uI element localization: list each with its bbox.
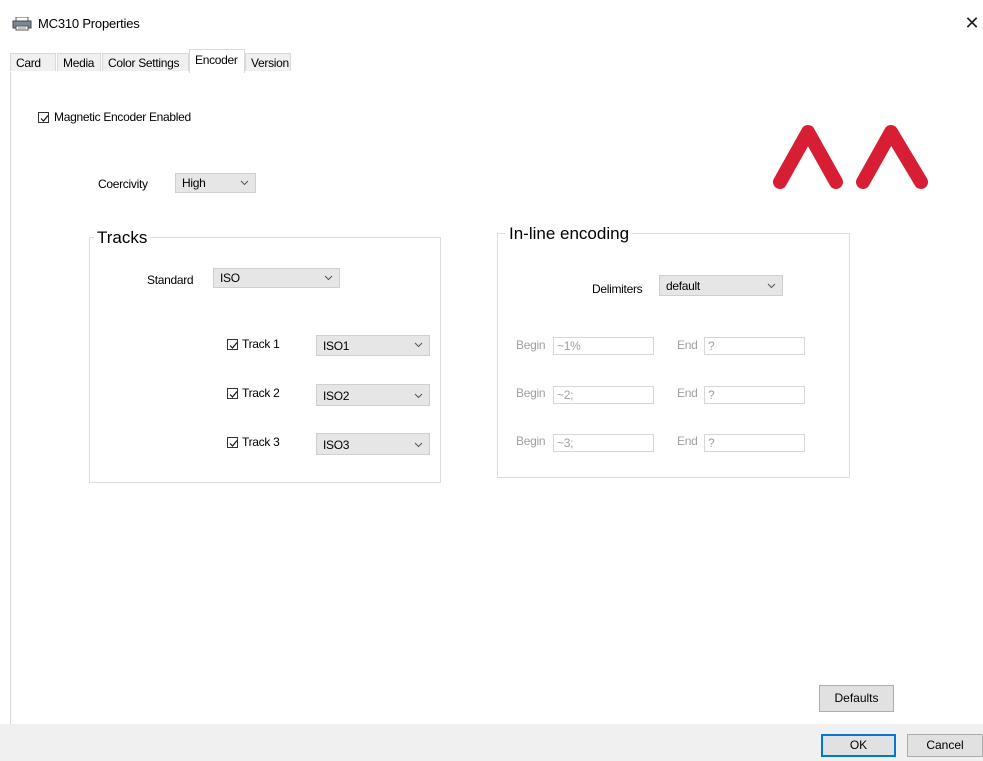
printer-icon: [12, 16, 32, 31]
track-2-label: Track 2: [242, 386, 280, 400]
track-2-select[interactable]: ISO2: [316, 384, 430, 406]
standard-select[interactable]: ISO: [213, 268, 340, 288]
begin-field-1[interactable]: ~1%: [553, 337, 654, 355]
coercivity-label: Coercivity: [98, 177, 148, 191]
checkmark-icon: [229, 391, 238, 398]
inline-encoding-title: In-line encoding: [506, 224, 633, 244]
end-label-3: End: [677, 434, 698, 448]
standard-value: ISO: [220, 271, 240, 285]
standard-label: Standard: [147, 273, 194, 287]
delimiters-value: default: [666, 279, 700, 293]
tab-version-label: Version: [251, 56, 289, 70]
chevron-down-icon: [414, 342, 423, 348]
tracks-title: Tracks: [94, 228, 151, 248]
tab-card-label: Card: [16, 56, 41, 70]
delimiters-select[interactable]: default: [659, 275, 783, 296]
tab-encoder[interactable]: Encoder: [189, 49, 245, 73]
tab-media-label: Media: [63, 56, 95, 70]
track-3-label: Track 3: [242, 435, 280, 449]
checkmark-icon: [229, 440, 238, 447]
title-bar: [0, 0, 983, 46]
begin-label-3: Begin: [516, 434, 546, 448]
track-3-value: ISO3: [323, 438, 350, 452]
begin-label-1: Begin: [516, 338, 546, 352]
window-title: MC310 Properties: [38, 16, 140, 31]
coercivity-select[interactable]: High: [175, 173, 256, 193]
tab-color-settings-label: Color Settings: [108, 56, 180, 70]
chevron-down-icon: [324, 275, 333, 281]
tab-card[interactable]: Card: [10, 53, 56, 71]
chevron-down-icon: [414, 393, 423, 399]
track-3-checkbox[interactable]: [227, 437, 238, 448]
magnetic-encoder-checkbox[interactable]: [38, 112, 49, 123]
track-1-checkbox[interactable]: [227, 339, 238, 350]
end-label-1: End: [677, 338, 698, 352]
close-icon: ✕: [964, 13, 980, 33]
magnetic-encoder-label: Magnetic Encoder Enabled: [54, 110, 191, 124]
close-button[interactable]: ✕: [962, 12, 982, 34]
begin-field-2[interactable]: ~2;: [553, 386, 654, 404]
ok-button[interactable]: OK: [821, 734, 896, 757]
tab-color-settings[interactable]: Color Settings: [102, 53, 189, 71]
track-1-value: ISO1: [323, 339, 350, 353]
track-1-select[interactable]: ISO1: [316, 335, 430, 356]
track-2-checkbox[interactable]: [227, 388, 238, 399]
chevron-down-icon: [767, 283, 776, 289]
end-field-2[interactable]: ?: [704, 386, 805, 404]
tab-version[interactable]: Version: [245, 53, 291, 71]
begin-field-3[interactable]: ~3;: [553, 434, 654, 452]
coercivity-value: High: [182, 176, 206, 190]
end-field-1[interactable]: ?: [704, 337, 805, 355]
tab-media[interactable]: Media: [57, 53, 101, 71]
track-1-label: Track 1: [242, 337, 280, 351]
chevron-down-icon: [240, 180, 249, 186]
track-2-value: ISO2: [323, 389, 350, 403]
end-field-3[interactable]: ?: [704, 434, 805, 452]
track-3-select[interactable]: ISO3: [316, 433, 430, 455]
checkmark-icon: [40, 115, 49, 122]
brand-logo-icon: [770, 120, 932, 190]
end-label-2: End: [677, 386, 698, 400]
defaults-button[interactable]: Defaults: [819, 685, 894, 712]
cancel-button[interactable]: Cancel: [907, 734, 983, 757]
begin-label-2: Begin: [516, 386, 546, 400]
checkmark-icon: [229, 342, 238, 349]
chevron-down-icon: [414, 442, 423, 448]
tab-encoder-label: Encoder: [195, 53, 238, 67]
delimiters-label: Delimiters: [592, 282, 643, 296]
